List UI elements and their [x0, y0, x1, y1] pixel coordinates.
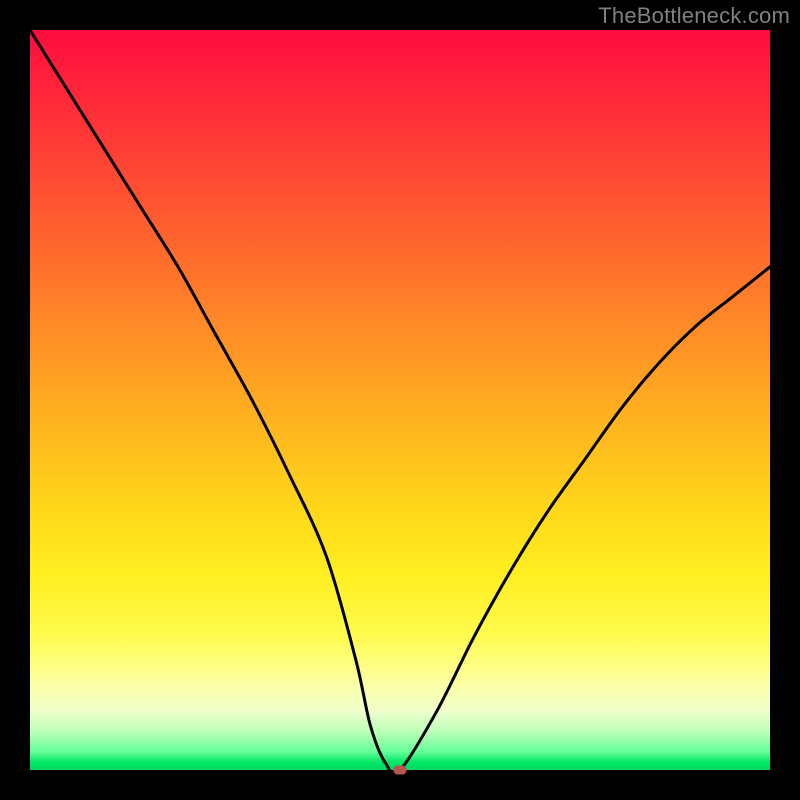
bottleneck-curve	[30, 30, 770, 770]
chart-plot-area	[30, 30, 770, 770]
watermark-label: TheBottleneck.com	[598, 3, 790, 29]
optimal-point-marker	[394, 766, 407, 775]
chart-outer-frame: TheBottleneck.com	[0, 0, 800, 800]
